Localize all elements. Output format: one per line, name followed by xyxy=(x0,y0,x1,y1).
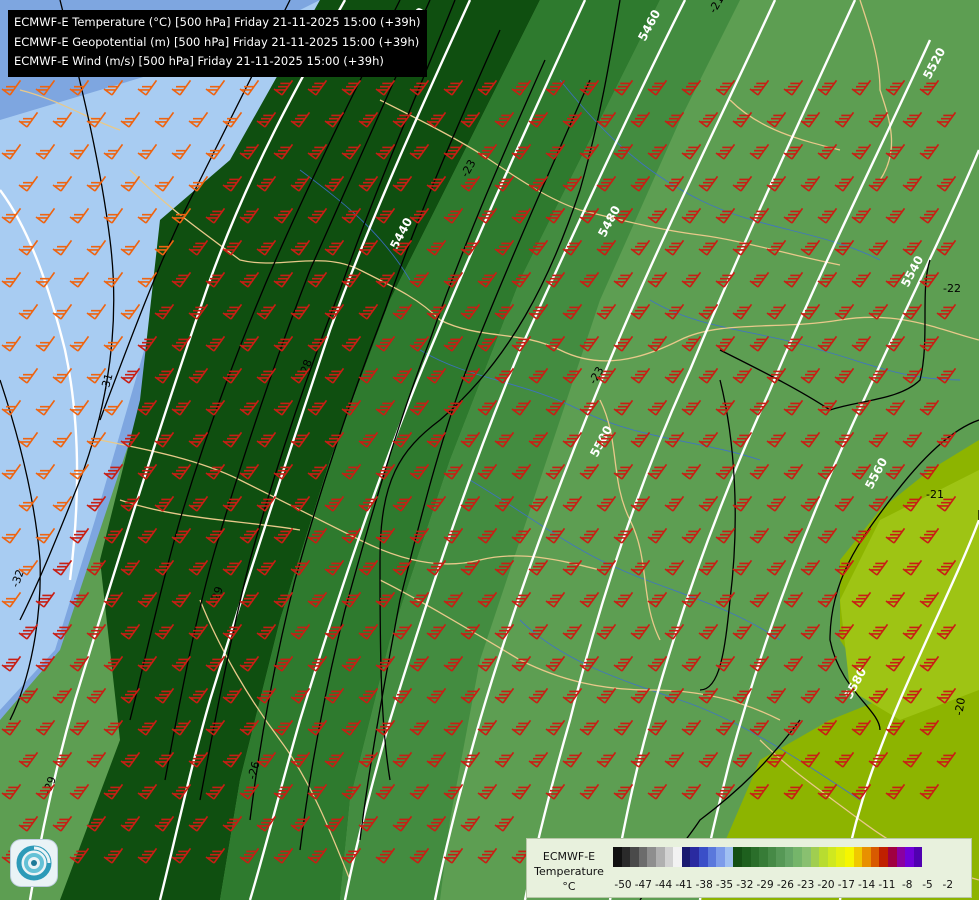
legend-swatch xyxy=(741,847,751,867)
map-header: ECMWF-E Temperature (°C) [500 hPa] Frida… xyxy=(8,10,427,77)
legend-tick-label: -50 xyxy=(614,879,632,891)
legend-tick-label: -8 xyxy=(901,879,913,891)
legend-swatch xyxy=(698,847,708,867)
legend-swatch xyxy=(905,847,914,867)
brand-logo xyxy=(11,840,57,886)
legend-swatch xyxy=(879,847,888,867)
legend-swatch xyxy=(621,847,631,867)
legend-swatch xyxy=(827,847,837,867)
legend-color-bar xyxy=(613,847,923,867)
legend-title-model: ECMWF-E xyxy=(542,850,596,863)
legend-tick-label: -14 xyxy=(858,879,876,891)
legend-swatch xyxy=(613,847,622,867)
legend-swatch xyxy=(664,847,674,867)
legend-tick-label: -32 xyxy=(736,879,754,891)
legend-tick-label: -26 xyxy=(776,879,794,891)
legend-swatch xyxy=(776,847,785,867)
temperature-legend: ECMWF-E Temperature °C -50 -47 -44 -41 -38 -3… xyxy=(526,838,972,898)
temp-label-2: -22 xyxy=(943,282,961,295)
legend-swatch xyxy=(767,847,777,867)
legend-title-unit: °C xyxy=(562,880,576,893)
legend-swatch xyxy=(655,847,665,867)
legend-swatch xyxy=(870,847,880,867)
legend-tick-label: -23 xyxy=(797,879,815,891)
legend-tick-label: -11 xyxy=(878,879,896,891)
legend-swatch xyxy=(707,847,717,867)
legend-title-variable: Temperature xyxy=(534,865,604,878)
temperature-title: ECMWF-E Temperature (°C) [500 hPa] Frida… xyxy=(14,15,421,29)
legend-swatch xyxy=(836,847,846,867)
legend-tick-label: -5 xyxy=(922,879,933,891)
legend-swatch xyxy=(724,847,734,867)
legend-tick-label: -41 xyxy=(675,879,693,891)
legend-swatch xyxy=(793,847,803,867)
legend-tick-label: -47 xyxy=(634,879,652,891)
weather-map: 5420 5440 5460 5480 5500 5520 5540 5560 … xyxy=(0,0,979,900)
legend-swatch xyxy=(853,847,863,867)
legend-swatch xyxy=(888,847,897,867)
legend-swatch xyxy=(630,847,639,867)
legend-swatch xyxy=(784,847,794,867)
legend-swatch xyxy=(733,847,742,867)
legend-swatch xyxy=(716,847,725,867)
legend-swatch xyxy=(862,847,871,867)
legend-swatch xyxy=(673,847,682,867)
legend-tick-label: -44 xyxy=(655,879,673,891)
legend-swatch xyxy=(759,847,768,867)
legend-swatch xyxy=(647,847,656,867)
legend-tick-label: -20 xyxy=(817,879,835,891)
legend-tick-label: -17 xyxy=(837,879,855,891)
legend-swatch xyxy=(802,847,811,867)
legend-swatch xyxy=(819,847,828,867)
legend-tick-label: -2 xyxy=(942,879,954,891)
legend-swatch xyxy=(750,847,760,867)
legend-swatch xyxy=(845,847,854,867)
legend-swatch xyxy=(913,847,923,867)
legend-swatch xyxy=(638,847,648,867)
legend-swatch xyxy=(681,847,691,867)
wind-title: ECMWF-E Wind (m/s) [500 hPa] Friday 21-1… xyxy=(14,54,384,68)
legend-tick-label: -38 xyxy=(695,879,713,891)
legend-tick-labels: -50 -47 -44 -41 -38 -35 -32 -29 -26 -23 -20 -17 -14-… xyxy=(611,879,967,893)
legend-swatch xyxy=(690,847,699,867)
temp-label-5: -21 xyxy=(926,488,944,501)
geopotential-title: ECMWF-E Geopotential (m) [500 hPa] Frida… xyxy=(14,34,420,49)
legend-swatch xyxy=(896,847,906,867)
swirl-logo-icon xyxy=(16,845,52,881)
legend-tick-label: -35 xyxy=(715,879,734,891)
legend-swatch xyxy=(810,847,820,867)
legend-tick-label: -29 xyxy=(756,879,774,891)
legend-title: ECMWF-E Temperature °C xyxy=(531,849,607,894)
